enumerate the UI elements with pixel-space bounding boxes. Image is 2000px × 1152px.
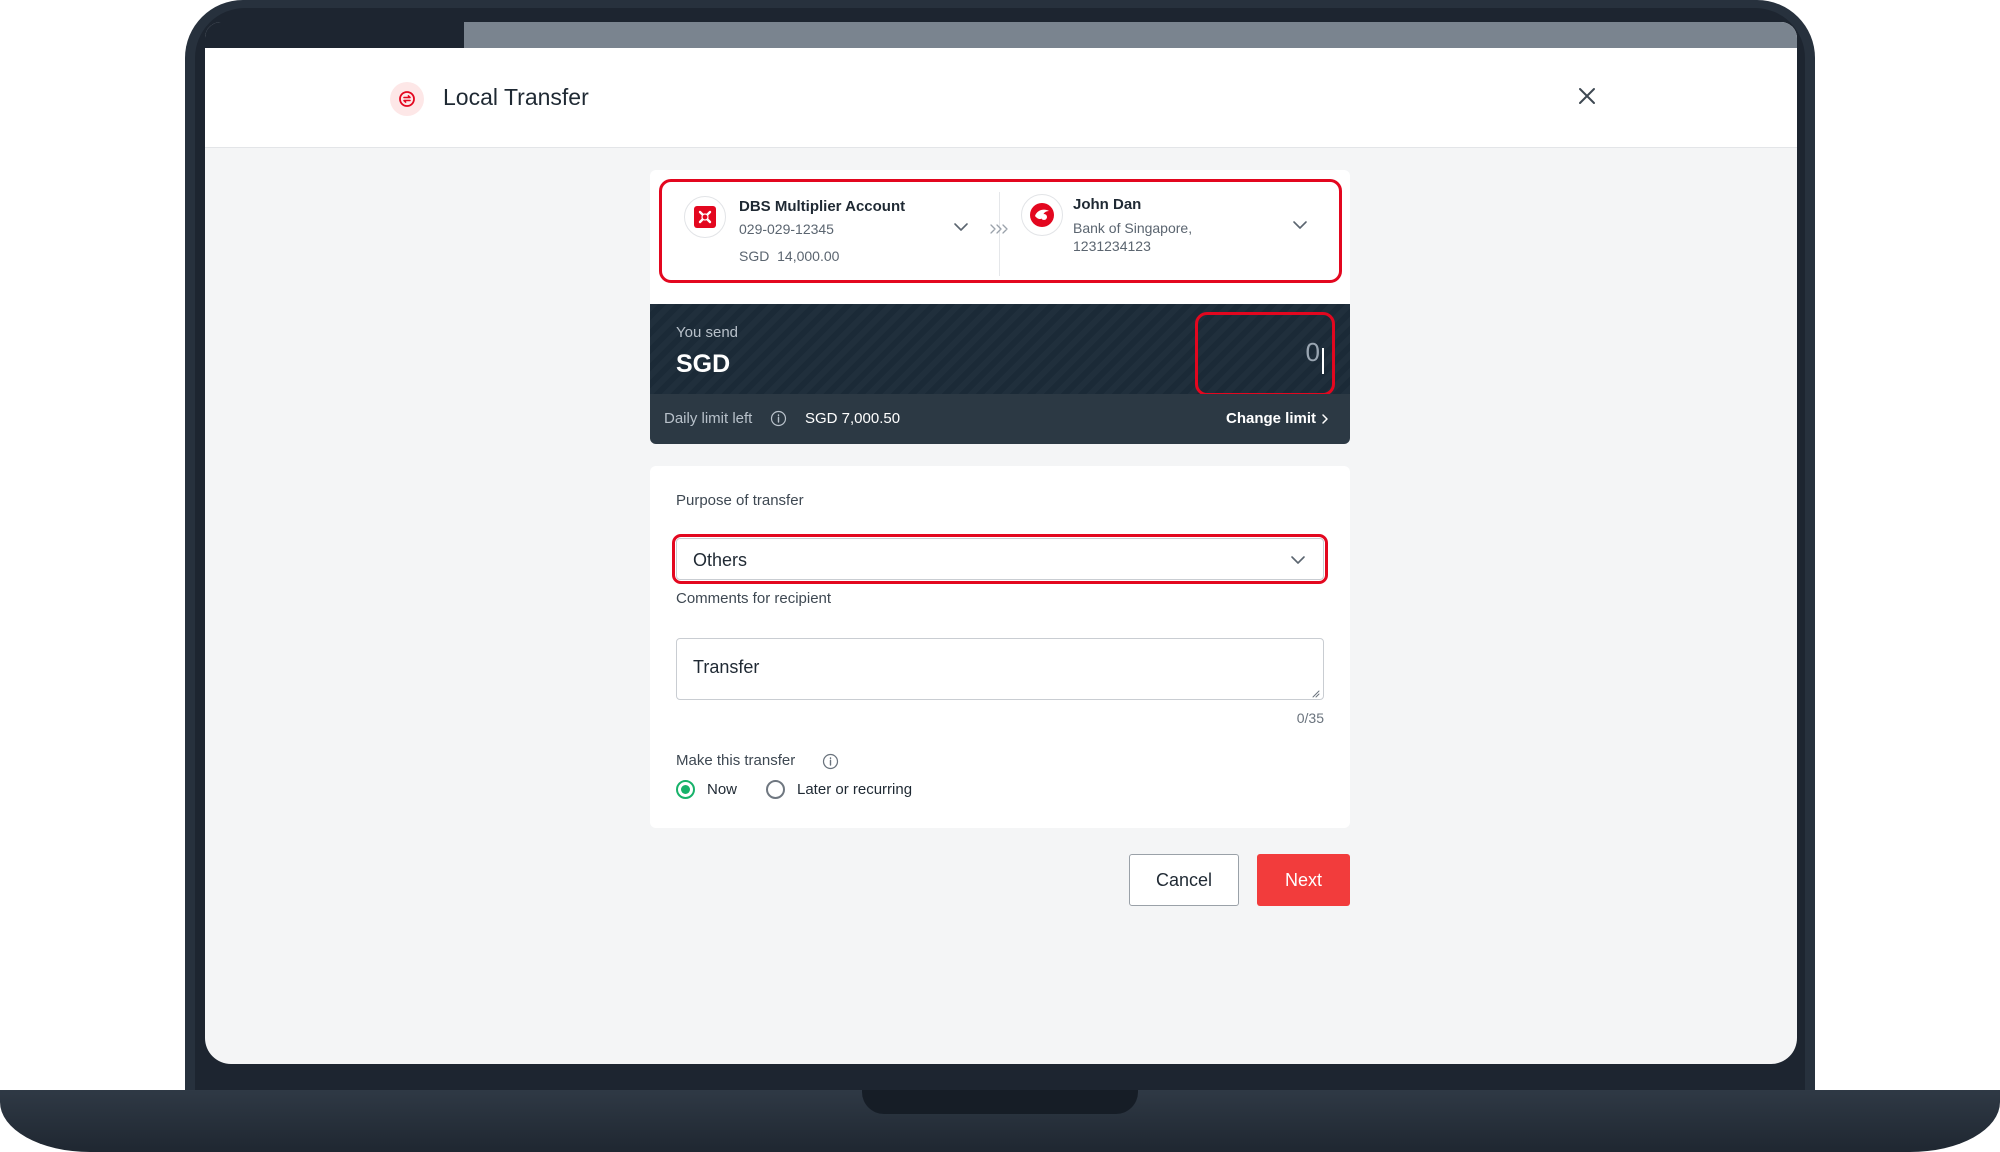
daily-limit-value: SGD 7,000.50 [805,410,901,427]
comments-input[interactable]: Transfer [676,638,1324,700]
chevron-down-icon [1291,556,1305,564]
send-panel: You send SGD [650,304,1350,396]
info-icon[interactable] [770,410,787,427]
radio-button[interactable] [766,780,785,799]
purpose-select[interactable]: Others [676,538,1324,580]
to-account-number: 1231234123 [1073,238,1151,254]
resize-handle-icon[interactable] [1310,688,1320,698]
purpose-value: Others [693,550,748,570]
cancel-button[interactable]: Cancel [1129,854,1239,906]
page-title: Local Transfer [443,84,589,110]
daily-limit-label: Daily limit left [664,410,753,427]
radio-later[interactable]: Later or recurring [766,780,912,799]
daily-limit-bar: Daily limit left SGD 7,000.50 Change lim… [650,394,1350,444]
amount-input[interactable] [1196,324,1328,380]
character-counter: 0/35 [1296,710,1324,726]
next-button[interactable]: Next [1257,854,1350,906]
send-label: You send [676,324,739,341]
info-icon[interactable] [822,753,839,770]
from-account-balance: SGD 14,000.00 [739,248,840,264]
radio-later-label: Later or recurring [797,781,913,798]
chevron-down-icon[interactable] [1291,216,1309,234]
close-button[interactable] [1573,82,1601,110]
laptop-notch [862,1090,1138,1114]
text-caret [1322,348,1324,374]
to-account-bank: Bank of Singapore, [1073,220,1193,236]
transfer-icon [390,82,424,116]
chevron-right-icon [1322,414,1328,424]
app-screen: Local Transfer DBS Multiplier Account 02… [205,22,1797,1064]
chevron-down-icon[interactable] [952,218,970,236]
bank-logo-icon [1021,194,1063,236]
progress-bar [205,22,1797,48]
from-account-number: 029-029-12345 [739,221,834,237]
radio-now[interactable]: Now [676,780,737,799]
purpose-label: Purpose of transfer [676,492,804,509]
timing-label: Make this transfer [676,752,796,769]
to-account-name: John Dan [1073,196,1142,213]
dbs-logo-icon [684,196,726,238]
close-icon[interactable] [1573,82,1601,110]
change-limit-link[interactable]: Change limit [1226,410,1332,427]
radio-button-selected[interactable] [676,780,695,799]
from-account-selector[interactable]: DBS Multiplier Account 029-029-12345 SGD… [664,184,997,284]
change-limit-label: Change limit [1225,410,1316,427]
comments-label: Comments for recipient [676,590,832,607]
to-account-selector[interactable]: John Dan Bank of Singapore, 1231234123 [1005,184,1338,284]
from-account-name: DBS Multiplier Account [739,198,906,215]
accounts-card: DBS Multiplier Account 029-029-12345 SGD… [650,170,1350,304]
transfer-details-card: Purpose of transfer Others Comments for … [650,466,1350,828]
progress-fill [205,22,465,48]
send-currency: SGD [676,350,731,378]
radio-now-label: Now [707,781,738,798]
modal-header: Local Transfer [205,48,1797,148]
